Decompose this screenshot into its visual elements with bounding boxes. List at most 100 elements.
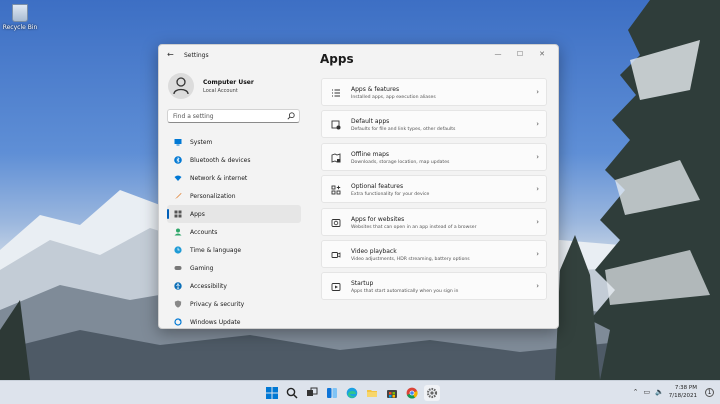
map-icon [331, 153, 341, 163]
user-profile[interactable]: Computer User Local Account [168, 73, 254, 99]
sidebar-item-windows-update[interactable]: Windows Update [167, 313, 301, 328]
taskbar-apps [264, 385, 440, 401]
maximize-icon[interactable]: ☐ [510, 48, 530, 60]
card-description: Installed apps, app execution aliases [351, 95, 436, 100]
sidebar-item-accessibility[interactable]: Accessibility [167, 277, 301, 295]
task-view-button[interactable] [304, 385, 320, 401]
person-icon [174, 228, 182, 236]
page-title: Apps [320, 52, 354, 66]
chrome-icon [406, 387, 418, 399]
settings-taskbar-button[interactable] [424, 385, 440, 401]
grid-plus-icon [331, 185, 341, 195]
card-description: Downloads, storage location, map updates [351, 159, 450, 165]
taskbar: ⌃ ▭ 🔈 7:38 PM 7/18/2021 1 [0, 380, 720, 404]
clock-time: 7:38 PM [674, 385, 697, 391]
card-title: Startup [351, 280, 374, 288]
start-button[interactable] [264, 385, 280, 401]
settings-card-offline-maps[interactable]: Offline maps Downloads, storage location,… [321, 142, 547, 171]
taskbar-search-button[interactable] [284, 385, 300, 401]
card-description: Video adjustments, HDR streaming, batter… [351, 256, 470, 262]
sidebar-item-label: System [190, 138, 213, 146]
sidebar-item-bluetooth-devices[interactable]: Bluetooth & devices [167, 151, 301, 169]
web-app-icon [331, 218, 341, 227]
volume-icon[interactable]: 🔈 [655, 388, 664, 396]
chevron-right-icon: › [536, 217, 539, 226]
video-icon [331, 252, 341, 258]
card-title: Video playback [351, 247, 397, 255]
clock-date: 7/18/2021 [668, 393, 697, 399]
card-description: Apps that start automatically when you s… [351, 289, 459, 295]
gear-icon [426, 387, 438, 399]
settings-card-apps-features[interactable]: Apps & features Installed apps, app execu… [321, 78, 547, 106]
chevron-up-icon[interactable]: ⌃ [633, 388, 639, 396]
edge-button[interactable] [344, 385, 360, 401]
startup-icon [331, 283, 341, 292]
windows-logo-icon [266, 387, 278, 399]
task-view-icon [307, 387, 318, 396]
settings-card-video-playback[interactable]: Video playback Video adjustments, HDR str… [321, 239, 547, 268]
clock[interactable]: 7:38 PM 7/18/2021 [669, 384, 697, 400]
sidebar-item-time-language[interactable]: Time & language [167, 241, 301, 259]
widgets-icon [327, 388, 337, 398]
recycle-bin-label: Recycle Bin [2, 24, 38, 31]
sidebar-item-network-internet[interactable]: Network & internet [167, 169, 301, 187]
settings-card-default-apps[interactable]: Default apps Defaults for file and link t… [321, 110, 547, 139]
sidebar-item-label: Windows Update [190, 318, 241, 326]
sidebar-item-accounts[interactable]: Accounts [167, 223, 301, 241]
card-title: Apps & features [351, 86, 400, 93]
sidebar-item-label: Personalization [190, 192, 236, 200]
sidebar-item-label: Privacy & security [190, 300, 245, 308]
sidebar-item-label: Time & language [190, 246, 242, 254]
search-input[interactable] [173, 112, 283, 121]
card-title: Optional features [351, 183, 404, 191]
sidebar-nav: System Bluetooth & devices Network & inter… [167, 133, 301, 328]
sidebar-item-personalization[interactable]: Personalization [167, 187, 301, 205]
back-arrow-icon[interactable]: ← [167, 50, 174, 59]
avatar [168, 73, 194, 99]
search-icon[interactable] [287, 112, 295, 120]
sidebar-item-privacy-security[interactable]: Privacy & security [167, 295, 301, 313]
recycle-bin[interactable]: Recycle Bin [2, 2, 38, 31]
network-icon[interactable]: ▭ [643, 388, 650, 396]
notification-icon[interactable]: 1 [705, 387, 714, 397]
folder-icon [367, 390, 377, 397]
card-title: Default apps [351, 118, 390, 126]
apps-icon [174, 210, 182, 218]
close-icon[interactable]: ✕ [532, 48, 552, 60]
search-icon [286, 387, 298, 399]
settings-card-startup[interactable]: Startup Apps that start automatically whe… [321, 272, 547, 301]
edge-icon [346, 387, 358, 399]
sidebar-item-label: Network & internet [190, 174, 248, 182]
search-box[interactable] [167, 109, 300, 123]
chevron-right-icon: › [536, 249, 539, 258]
wifi-icon [174, 175, 182, 181]
sidebar-item-apps[interactable]: Apps [167, 205, 301, 223]
accessibility-icon [174, 282, 182, 290]
sidebar-item-gaming[interactable]: Gaming [167, 259, 301, 277]
brush-icon [175, 193, 182, 199]
sidebar-item-system[interactable]: System [167, 133, 301, 151]
bluetooth-icon [174, 156, 182, 164]
file-explorer-button[interactable] [364, 385, 380, 401]
store-button[interactable] [384, 385, 400, 401]
widgets-button[interactable] [324, 385, 340, 401]
card-title: Offline maps [351, 150, 390, 158]
chevron-right-icon: › [536, 120, 539, 129]
window-controls: — ☐ ✕ [488, 48, 552, 60]
shield-icon [174, 300, 182, 308]
gamepad-icon [174, 266, 182, 270]
chevron-right-icon: › [536, 185, 539, 194]
title-bar[interactable]: ← Settings — ☐ ✕ [159, 45, 558, 67]
card-description: Websites that can open in an app instead… [351, 224, 477, 230]
chrome-button[interactable] [404, 385, 420, 401]
settings-card-optional-features[interactable]: Optional features Extra functionality for… [321, 175, 547, 204]
globe-clock-icon [174, 246, 182, 254]
system-tray: ⌃ ▭ 🔈 7:38 PM 7/18/2021 1 [633, 384, 714, 400]
app-title: Settings [184, 52, 209, 59]
sidebar-item-label: Accounts [190, 228, 218, 236]
card-description: Extra functionality for your device [351, 192, 430, 198]
minimize-icon[interactable]: — [488, 48, 508, 60]
update-icon [174, 318, 182, 326]
card-title: Apps for websites [351, 215, 405, 223]
settings-card-apps-for-websites[interactable]: Apps for websites Websites that can open … [321, 207, 547, 236]
